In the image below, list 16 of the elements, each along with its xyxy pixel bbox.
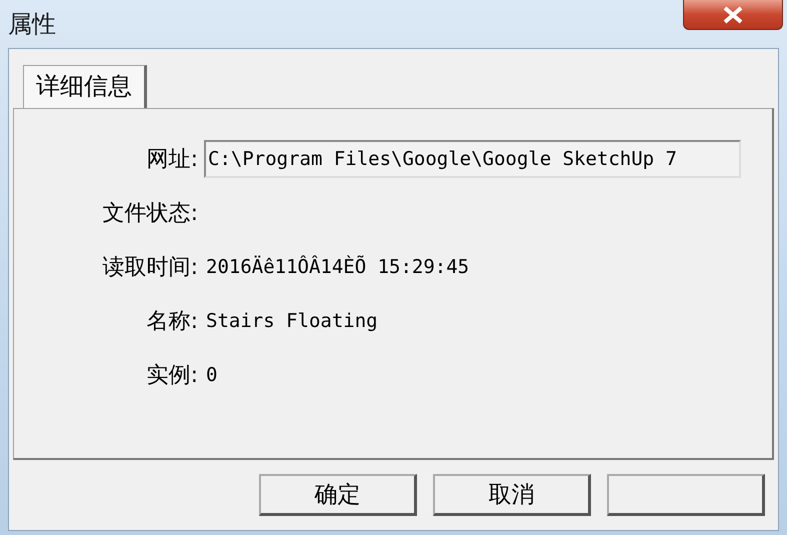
dialog-button[interactable]: 确定 [259,474,417,516]
field-label: 文件状态: [102,200,199,228]
window-title: 属性 [8,9,56,40]
field-value: 0 [206,364,218,386]
dialog-button[interactable]: 取消 [433,474,591,516]
field-value: 2016Äê11ÔÂ14ÈÕ 15:29:45 [206,256,470,278]
field-label: 实例: [146,362,199,390]
field-value: Stairs Floating [206,310,379,332]
field-label: 名称: [146,308,199,336]
close-icon [722,6,744,24]
close-button[interactable] [683,0,783,30]
input-field[interactable]: C:\Program Files\Google\Google SketchUp 7 [204,140,741,178]
dialog-button[interactable] [607,474,765,516]
field-label: 网址: [146,146,199,174]
tab[interactable]: 详细信息 [23,65,147,109]
field-label: 读取时间: [102,254,199,282]
